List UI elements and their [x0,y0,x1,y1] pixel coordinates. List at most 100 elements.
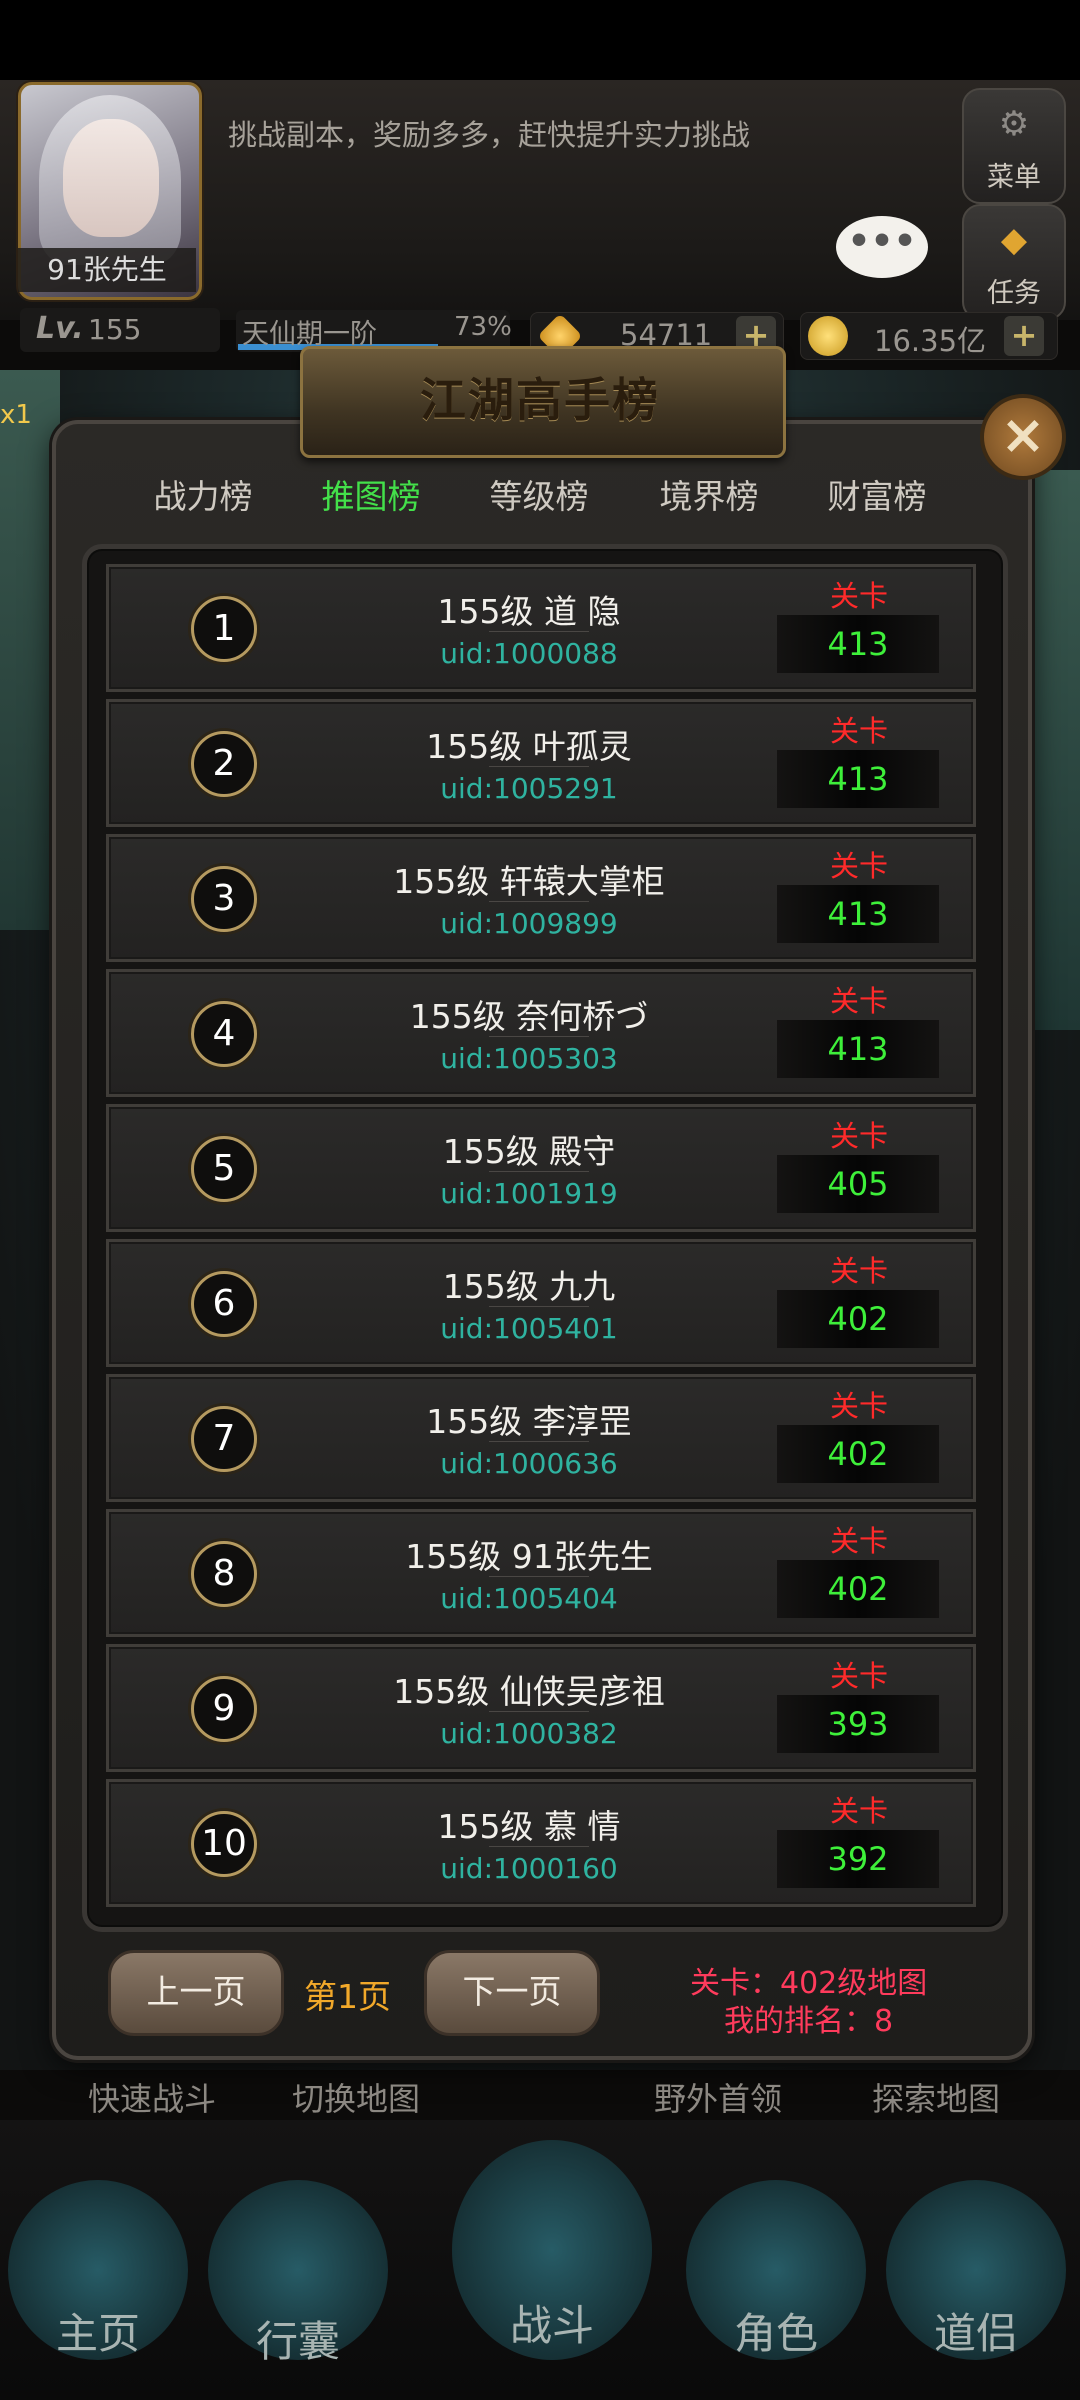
table-row[interactable]: 1 155级 道 隐 uid:1000088 关卡 413 [106,564,976,692]
player-uid: uid:1000636 [440,1447,618,1480]
menu-label: 菜单 [987,162,1041,193]
chat-bubble-icon[interactable]: ••• [836,216,928,278]
player-name: 155级 李淳罡 [426,1402,632,1441]
task-label: 任务 [987,278,1041,309]
row-divider [489,1036,589,1037]
table-row[interactable]: 7 155级 李淳罡 uid:1000636 关卡 402 [106,1374,976,1502]
stage-label: 关卡 [829,714,888,748]
table-row[interactable]: 10 155级 慕 情 uid:1000160 关卡 392 [106,1779,976,1907]
stage-value: 402 [827,1300,889,1338]
tab-realm[interactable]: 境界榜 [624,470,794,518]
rank-badge: 7 [191,1406,257,1472]
my-rank: 我的排名：8 [724,2004,894,2039]
rank-badge: 3 [191,866,257,932]
realm-progress-text: 73% [454,312,512,342]
page-number: 第1页 [304,1977,391,2016]
row-divider [489,1171,589,1172]
status-bar [0,0,1080,80]
player-name: 155级 仙侠吴彦祖 [393,1672,665,1711]
nav-home-label[interactable]: 主页 [8,2300,188,2361]
player-uid: uid:1001919 [440,1177,618,1210]
player-name: 155级 奈何桥づ [409,997,649,1036]
nav-companion-label[interactable]: 道侣 [886,2300,1066,2361]
modal-title: 江湖高手榜 [420,373,660,427]
player-name: 155级 九九 [442,1267,616,1306]
stage-value: 413 [827,625,889,663]
player-uid: uid:1000088 [440,637,618,670]
stage-value: 413 [827,895,889,933]
add-gold-button[interactable]: + [1004,316,1044,356]
stage-value: 402 [827,1570,889,1608]
diamond-icon: ◆ [1000,220,1028,260]
tab-power[interactable]: 战力榜 [118,470,288,518]
player-name: 155级 叶孤灵 [426,727,632,766]
table-row[interactable]: 3 155级 轩辕大掌柜 uid:1009899 关卡 413 [106,834,976,962]
stage-value: 413 [827,760,889,798]
stage-value: 402 [827,1435,889,1473]
tab-progress[interactable]: 推图榜 [286,470,456,518]
field-boss-button[interactable]: 野外首领 [654,2074,782,2120]
rank-badge: 2 [191,731,257,797]
explore-map-button[interactable]: 探索地图 [872,2074,1000,2120]
row-divider [489,1306,589,1307]
stage-value: 393 [827,1705,889,1743]
level-label: Lv. [36,311,84,346]
notice-text: 挑战副本，奖励多多，赶快提升实力挑战 [228,118,751,152]
tab-level[interactable]: 等级榜 [454,470,624,518]
rank-badge: 1 [191,596,257,662]
rank-badge: 9 [191,1676,257,1742]
avatar-face [63,119,159,237]
gold-coin-icon [808,316,848,356]
table-row[interactable]: 5 155级 殿守 uid:1001919 关卡 405 [106,1104,976,1232]
nav-bag-label[interactable]: 行囊 [208,2308,388,2369]
level-value: 155 [88,313,142,346]
multiplier-text: x1 [0,400,32,430]
table-row[interactable]: 2 155级 叶孤灵 uid:1005291 关卡 413 [106,699,976,827]
table-row[interactable]: 9 155级 仙侠吴彦祖 uid:1000382 关卡 393 [106,1644,976,1772]
player-uid: uid:1009899 [440,907,618,940]
row-divider [489,631,589,632]
gear-icon: ⚙ [998,104,1030,144]
row-divider [489,901,589,902]
rank-badge: 10 [191,1811,257,1877]
player-uid: uid:1005303 [440,1042,618,1075]
task-button[interactable]: ◆ 任务 [962,204,1066,320]
menu-button[interactable]: ⚙ 菜单 [962,88,1066,204]
rank-badge: 5 [191,1136,257,1202]
stage-label: 关卡 [829,849,888,883]
close-icon[interactable]: × [980,394,1066,480]
scene-foliage-left [0,370,60,930]
table-row[interactable]: 6 155级 九九 uid:1005401 关卡 402 [106,1239,976,1367]
rank-badge: 4 [191,1001,257,1067]
player-uid: uid:1005401 [440,1312,618,1345]
stage-value: 405 [827,1165,889,1203]
stage-label: 关卡 [829,1389,888,1423]
player-name: 155级 慕 情 [437,1807,621,1846]
row-divider [489,1441,589,1442]
stage-label: 关卡 [829,984,888,1018]
stage-value: 413 [827,1030,889,1068]
switch-map-button[interactable]: 切换地图 [292,2074,420,2120]
table-row[interactable]: 4 155级 奈何桥づ uid:1005303 关卡 413 [106,969,976,1097]
rank-badge: 8 [191,1541,257,1607]
player-uid: uid:1005404 [440,1582,618,1615]
player-name: 155级 殿守 [442,1132,616,1171]
player-name: 155级 91张先生 [405,1537,653,1576]
tab-wealth[interactable]: 财富榜 [792,470,962,518]
nav-character-label[interactable]: 角色 [686,2300,866,2361]
stage-label: 关卡 [829,1524,888,1558]
player-uid: uid:1000160 [440,1852,618,1885]
next-page-button[interactable]: 下一页 [424,1950,600,2036]
player-name: 155级 轩辕大掌柜 [393,862,665,901]
table-row[interactable]: 8 155级 91张先生 uid:1005404 关卡 402 [106,1509,976,1637]
stage-label: 关卡 [829,1794,888,1828]
player-name: 155级 道 隐 [437,592,621,631]
player-uid: uid:1000382 [440,1717,618,1750]
stage-label: 关卡 [829,1119,888,1153]
nav-battle-label[interactable]: 战斗 [462,2292,642,2353]
quick-battle-button[interactable]: 快速战斗 [88,2074,216,2120]
player-uid: uid:1005291 [440,772,618,805]
rank-badge: 6 [191,1271,257,1337]
stage-label: 关卡 [829,579,888,613]
prev-page-button[interactable]: 上一页 [108,1950,284,2036]
